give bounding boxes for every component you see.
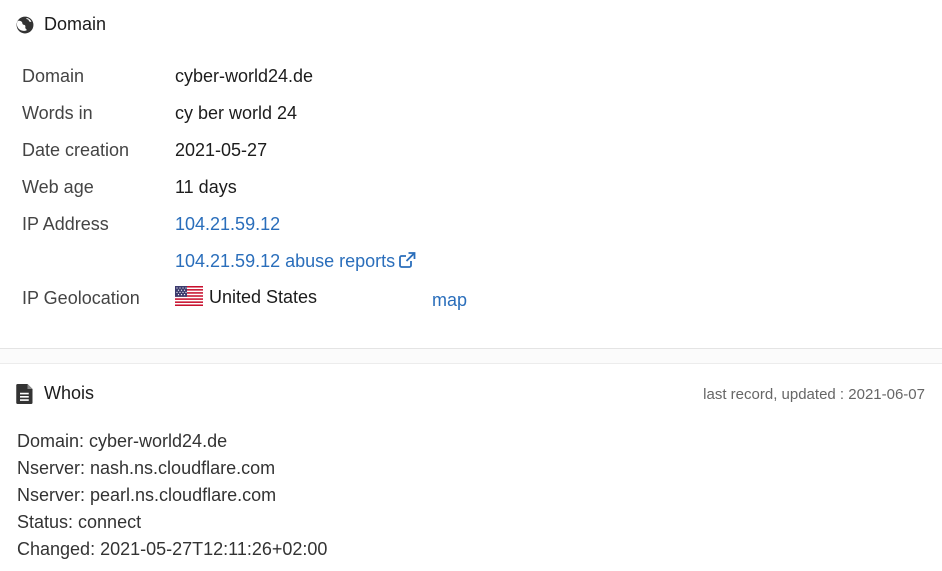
date-creation-label: Date creation (22, 140, 130, 160)
domain-section-header: Domain (16, 14, 106, 35)
web-age-label: Web age (22, 177, 94, 197)
last-updated-text: last record, updated : 2021-06-07 (703, 386, 925, 403)
abuse-reports-label: 104.21.59.12 abuse reports (175, 250, 396, 271)
whois-line-changed: Changed: 2021-05-27T12:11:26+02:00 (17, 539, 328, 559)
table-row: Date creation 2021-05-27 (8, 132, 416, 169)
table-row: Web age 11 days (8, 169, 416, 206)
whois-line-nserver-1: Nserver: nash.ns.cloudflare.com (17, 458, 276, 478)
domain-label: Domain (22, 66, 85, 86)
whois-line-nserver-2: Nserver: pearl.ns.cloudflare.com (17, 485, 277, 505)
country-name: United States (209, 287, 318, 307)
table-row: IP Address 104.21.59.12 (8, 206, 416, 243)
abuse-reports-link[interactable]: 104.21.59.12 abuse reports (175, 251, 416, 271)
external-link-icon (399, 251, 416, 273)
whois-section-header: Whois (16, 383, 94, 404)
web-age-value: 11 days (175, 177, 237, 197)
words-in-value: cy ber world 24 (175, 103, 298, 123)
ip-address-link[interactable]: 104.21.59.12 (175, 214, 280, 234)
table-row: IP Geolocation United States (8, 280, 416, 317)
domain-info-table: Domain cyber-world24.de Words in cy ber … (8, 58, 416, 317)
ip-geolocation-label: IP Geolocation (22, 288, 140, 308)
whois-record: Domain: cyber-world24.de Nserver: nash.n… (17, 428, 327, 563)
domain-value: cyber-world24.de (175, 66, 314, 86)
table-row: Words in cy ber world 24 (8, 95, 416, 132)
table-row: Domain cyber-world24.de (8, 58, 416, 95)
document-icon (16, 383, 34, 404)
whois-line-domain: Domain: cyber-world24.de (17, 431, 228, 451)
date-creation-value: 2021-05-27 (175, 140, 268, 160)
domain-section-title: Domain (44, 14, 107, 34)
us-flag-icon (175, 286, 203, 311)
ip-address-label: IP Address (22, 214, 109, 234)
words-in-label: Words in (22, 103, 93, 123)
table-row: 104.21.59.12 abuse reports (8, 243, 416, 280)
map-link[interactable]: map (432, 290, 467, 311)
section-divider (0, 348, 942, 364)
whois-line-status: Status: connect (17, 512, 142, 532)
globe-icon (16, 16, 34, 34)
whois-section-title: Whois (44, 383, 95, 403)
